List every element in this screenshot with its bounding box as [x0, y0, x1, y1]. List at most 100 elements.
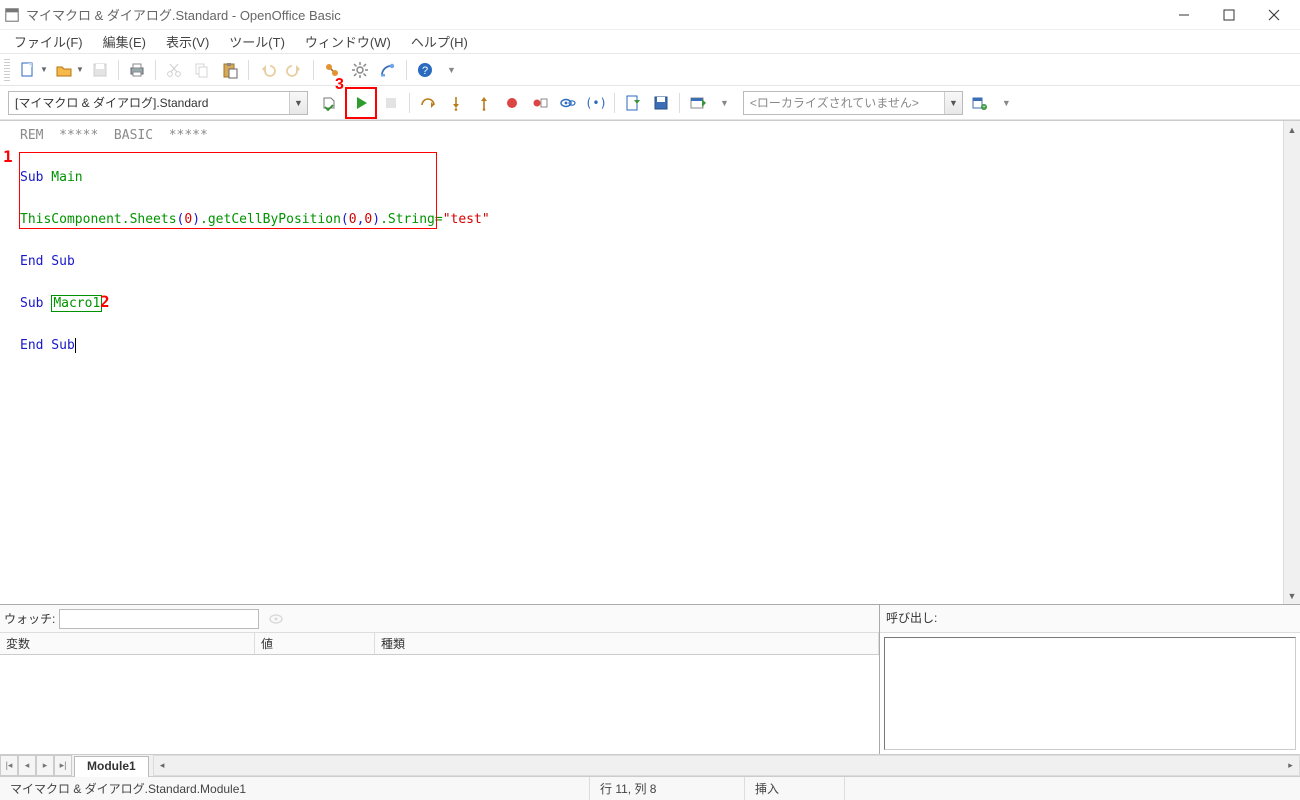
standard-toolbar: ▼ ▼ ? ▼: [0, 54, 1300, 86]
step-into-button[interactable]: [443, 90, 469, 116]
options-button[interactable]: [347, 57, 373, 83]
toolbar-separator: [155, 60, 156, 80]
manage-breakpoints-button[interactable]: [527, 90, 553, 116]
code-text: ): [192, 212, 200, 227]
manage-language-button[interactable]: +: [967, 90, 993, 116]
watch-body[interactable]: [0, 655, 879, 754]
scroll-right-icon[interactable]: ▸: [1282, 756, 1299, 775]
annotation-3: 3: [335, 76, 344, 94]
menu-window[interactable]: ウィンドウ(W): [295, 29, 401, 54]
scroll-down-icon[interactable]: ▼: [1284, 587, 1300, 604]
new-dropdown-button[interactable]: [15, 57, 41, 83]
locale-select[interactable]: <ローカライズされていません> ▼: [743, 91, 963, 115]
step-over-button[interactable]: [415, 90, 441, 116]
breakpoint-button[interactable]: [499, 90, 525, 116]
code-text: test: [451, 212, 482, 227]
code-text: End Sub: [20, 254, 75, 269]
cut-button[interactable]: [161, 57, 187, 83]
run-button[interactable]: [348, 90, 374, 116]
menu-edit[interactable]: 編集(E): [93, 29, 156, 54]
module-tab[interactable]: Module1: [74, 756, 149, 777]
new-dropdown-arrow[interactable]: ▼: [40, 65, 48, 74]
svg-text:?: ?: [422, 65, 428, 77]
scroll-left-icon[interactable]: ◂: [154, 756, 171, 775]
copy-button[interactable]: [189, 57, 215, 83]
module-nav-last[interactable]: ▸|: [54, 755, 72, 776]
code-text: ): [372, 212, 380, 227]
watch-button[interactable]: [555, 90, 581, 116]
status-position: 行 11, 列 8: [590, 777, 745, 800]
toolbar-overflow[interactable]: ▼: [720, 98, 729, 108]
stop-button[interactable]: [378, 90, 404, 116]
code-text: REM ***** BASIC *****: [20, 128, 208, 143]
toolbar-separator: [409, 93, 410, 113]
macros-button[interactable]: [375, 57, 401, 83]
menu-file[interactable]: ファイル(F): [4, 29, 93, 54]
toolbar-separator: [118, 60, 119, 80]
save-button[interactable]: [87, 57, 113, 83]
library-select[interactable]: [マイマクロ & ダイアログ].Standard ▼: [8, 91, 308, 115]
module-nav-first[interactable]: |◂: [0, 755, 18, 776]
titlebar: マイマクロ & ダイアログ.Standard - OpenOffice Basi…: [0, 0, 1300, 30]
code-text: Sub: [20, 170, 43, 185]
status-mode[interactable]: 挿入: [745, 777, 845, 800]
status-path: マイマクロ & ダイアログ.Standard.Module1: [0, 777, 590, 800]
code-text: .getCellByPosition: [200, 212, 341, 227]
watch-panel: ウォッチ: 変数 値 種類: [0, 605, 880, 754]
toolbar-separator: [248, 60, 249, 80]
toolbar-overflow[interactable]: ▼: [447, 65, 456, 75]
maximize-button[interactable]: [1206, 0, 1251, 30]
code-text: End Sub: [20, 338, 75, 353]
toolbar-separator: [614, 93, 615, 113]
code-text: ThisComponent.Sheets: [20, 212, 177, 227]
remove-watch-button[interactable]: [263, 606, 289, 632]
toolbar-separator: [679, 93, 680, 113]
paste-button[interactable]: [217, 57, 243, 83]
watch-input[interactable]: [59, 609, 259, 629]
watch-header: ウォッチ:: [0, 605, 879, 633]
close-button[interactable]: [1251, 0, 1296, 30]
locale-select-text: <ローカライズされていません>: [750, 94, 919, 111]
call-stack-body[interactable]: [884, 637, 1296, 750]
annotation-1: 1: [3, 146, 13, 167]
menubar: ファイル(F) 編集(E) 表示(V) ツール(T) ウィンドウ(W) ヘルプ(…: [0, 30, 1300, 54]
code-editor[interactable]: REM ***** BASIC ***** Sub Main ThisCompo…: [0, 121, 1283, 604]
code-text: 0: [349, 212, 357, 227]
step-out-button[interactable]: [471, 90, 497, 116]
redo-button[interactable]: [282, 57, 308, 83]
print-button[interactable]: [124, 57, 150, 83]
toolbar-overflow[interactable]: ▼: [1002, 98, 1011, 108]
open-dropdown-arrow[interactable]: ▼: [76, 65, 84, 74]
watch-col-type[interactable]: 種類: [375, 633, 879, 654]
watch-col-value[interactable]: 値: [255, 633, 375, 654]
insert-source-button[interactable]: [620, 90, 646, 116]
svg-text:(•): (•): [587, 96, 605, 110]
statusbar: マイマクロ & ダイアログ.Standard.Module1 行 11, 列 8…: [0, 776, 1300, 800]
locale-select-dropdown[interactable]: ▼: [944, 92, 962, 114]
scroll-up-icon[interactable]: ▲: [1284, 121, 1300, 138]
bottom-panels: ウォッチ: 変数 値 種類 呼び出し:: [0, 604, 1300, 754]
vertical-scrollbar[interactable]: ▲ ▼: [1283, 121, 1300, 604]
save-source-button[interactable]: [648, 90, 674, 116]
undo-button[interactable]: [254, 57, 280, 83]
menu-view[interactable]: 表示(V): [156, 29, 219, 54]
find-parenthesis-button[interactable]: (•): [583, 90, 609, 116]
menu-tools[interactable]: ツール(T): [219, 29, 295, 54]
menu-help[interactable]: ヘルプ(H): [401, 29, 478, 54]
window-controls: [1161, 0, 1296, 30]
import-dialog-button[interactable]: [685, 90, 711, 116]
open-dropdown-button[interactable]: [51, 57, 77, 83]
code-text: Main: [43, 170, 82, 185]
code-text: ": [443, 212, 451, 227]
code-text: (: [341, 212, 349, 227]
toolbar-grip[interactable]: [4, 59, 10, 81]
annotation-2: 2: [100, 291, 110, 312]
watch-col-variable[interactable]: 変数: [0, 633, 255, 654]
status-empty: [845, 777, 1300, 800]
help-button[interactable]: ?: [412, 57, 438, 83]
minimize-button[interactable]: [1161, 0, 1206, 30]
library-select-dropdown[interactable]: ▼: [289, 92, 307, 114]
module-nav-next[interactable]: ▸: [36, 755, 54, 776]
module-nav-prev[interactable]: ◂: [18, 755, 36, 776]
horizontal-scrollbar[interactable]: ◂ ▸: [153, 755, 1300, 776]
